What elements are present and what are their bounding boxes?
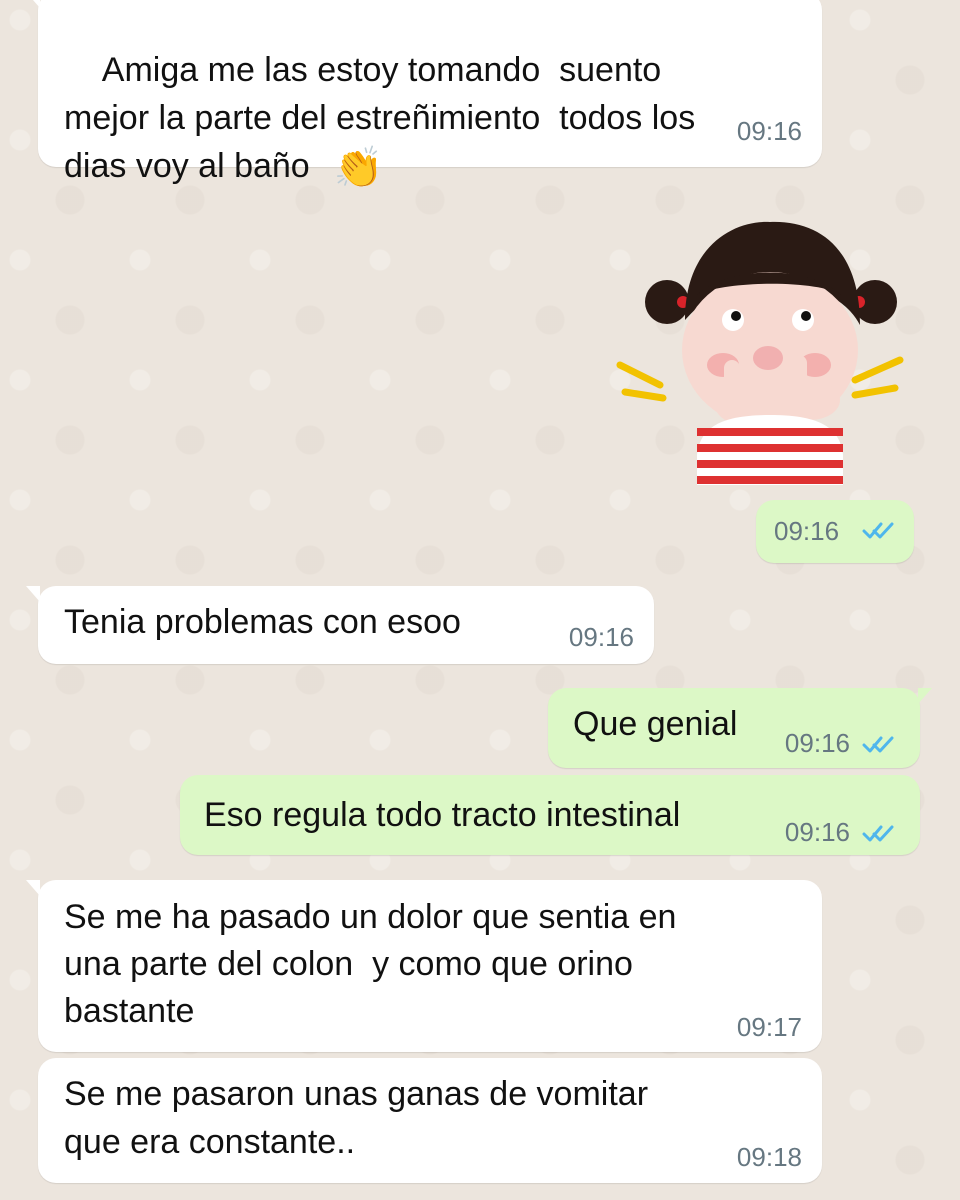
message-time: 09:17 bbox=[736, 1012, 802, 1042]
message-time: 09:16 bbox=[736, 116, 802, 146]
message-time: 09:18 bbox=[736, 1142, 802, 1172]
message-text: Amiga me las estoy tomando suento mejor … bbox=[64, 51, 696, 191]
clapping-hands-icon: 👏 bbox=[333, 146, 384, 191]
incoming-message[interactable]: Tenia problemas con esoo 09:16 bbox=[26, 586, 654, 664]
outgoing-message[interactable]: Que genial 09:16 bbox=[548, 688, 932, 768]
double-check-icon bbox=[862, 736, 894, 753]
double-check-icon bbox=[862, 522, 894, 539]
incoming-message[interactable]: Se me pasaron unas ganas de vomitar que … bbox=[38, 1058, 822, 1183]
message-text: Que genial bbox=[573, 705, 738, 743]
message-time: 09:16 bbox=[784, 728, 850, 758]
message-text: Se me pasaron unas ganas de vomitar que … bbox=[64, 1075, 649, 1161]
double-check-icon bbox=[862, 825, 894, 842]
message-time: 09:16 bbox=[774, 516, 840, 546]
outgoing-message[interactable]: Eso regula todo tracto intestinal 09:16 bbox=[180, 775, 920, 855]
message-text: Se me ha pasado un dolor que sentia en u… bbox=[64, 898, 677, 1030]
incoming-message[interactable]: Se me ha pasado un dolor que sentia en u… bbox=[26, 880, 822, 1052]
incoming-message[interactable]: Amiga me las estoy tomando suento mejor … bbox=[26, 0, 822, 188]
outgoing-message[interactable]: 09:16 bbox=[756, 500, 914, 563]
sticker-message[interactable] bbox=[605, 210, 905, 500]
message-time: 09:16 bbox=[568, 622, 634, 652]
girl-sticker-icon bbox=[616, 221, 904, 485]
message-time: 09:16 bbox=[784, 817, 850, 847]
message-text: Eso regula todo tracto intestinal bbox=[204, 796, 681, 834]
message-text: Tenia problemas con esoo bbox=[64, 603, 461, 641]
